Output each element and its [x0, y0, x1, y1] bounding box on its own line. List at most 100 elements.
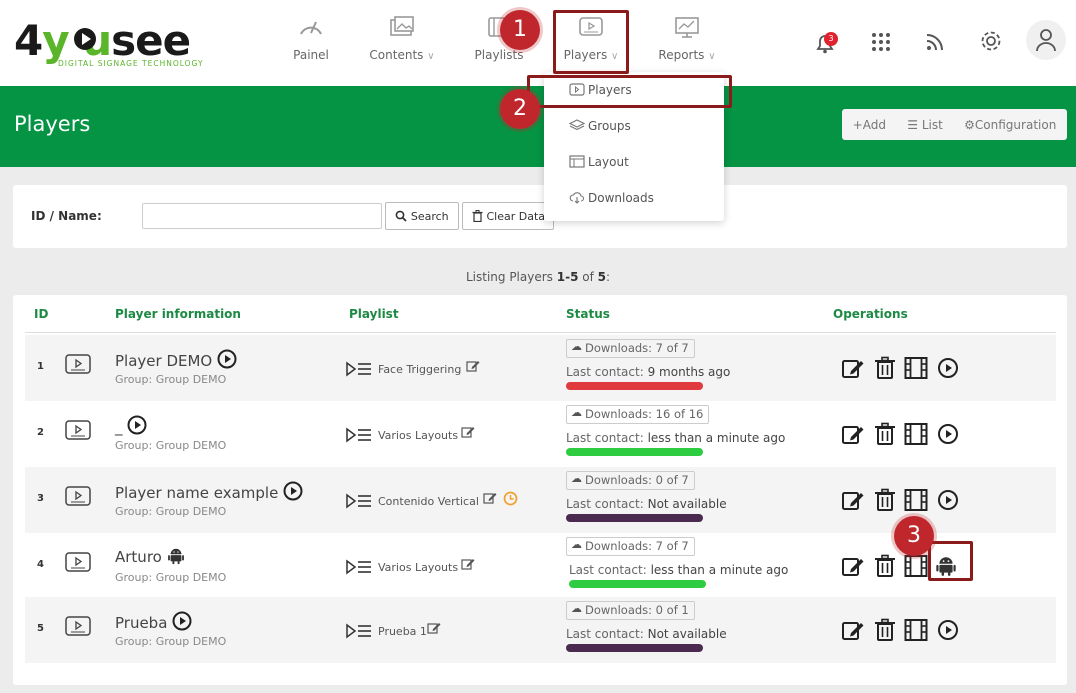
film-icon: [904, 619, 928, 641]
player-name-link[interactable]: Arturo: [115, 547, 185, 569]
search-button[interactable]: Search: [385, 202, 459, 230]
edit-player-button[interactable]: [841, 554, 865, 578]
configuration-button[interactable]: ⚙Configuration: [964, 118, 1056, 132]
dropdown-item-layout[interactable]: Layout: [588, 155, 629, 169]
delete-player-button[interactable]: [874, 422, 898, 446]
operations-group: [840, 356, 970, 380]
play-circle-icon[interactable]: [283, 481, 303, 501]
column-header-id[interactable]: ID: [34, 307, 48, 321]
chevron-down-icon: ∨: [708, 51, 716, 62]
column-header-player-info[interactable]: Player information: [115, 307, 241, 321]
table-header-divider: [25, 332, 1056, 333]
highlight-box-players-nav: [553, 10, 629, 74]
chart-monitor-icon: [675, 17, 699, 38]
edit-icon: [842, 492, 864, 510]
edit-playlist-icon[interactable]: [483, 491, 497, 505]
add-button[interactable]: +Add: [853, 118, 886, 132]
last-contact: Last contact: Not available: [566, 497, 727, 511]
clear-data-button[interactable]: Clear Data: [462, 202, 554, 230]
edit-player-button[interactable]: [841, 356, 865, 380]
apps-grid-icon[interactable]: [868, 29, 894, 55]
id-name-search-input[interactable]: [142, 203, 382, 229]
trash-icon: [875, 554, 895, 577]
callout-badge-3: 3: [894, 516, 934, 556]
playlist-name-link[interactable]: Prueba 1: [378, 625, 427, 638]
status-bar: [566, 514, 703, 522]
nav-reports[interactable]: Reports ∨: [652, 12, 722, 74]
layers-icon: [569, 119, 585, 131]
player-name-link[interactable]: Player name example: [115, 481, 303, 505]
edit-playlist-icon[interactable]: [461, 557, 475, 571]
preview-play-button[interactable]: [937, 619, 961, 643]
player-media-button[interactable]: [904, 356, 928, 380]
preview-play-button[interactable]: [937, 489, 961, 513]
player-media-button[interactable]: [904, 488, 928, 512]
downloads-status-badge: Downloads: 0 of 7: [566, 471, 695, 490]
delete-player-button[interactable]: [874, 618, 898, 642]
play-circle-icon[interactable]: [172, 611, 192, 631]
player-group: Group: Group DEMO: [115, 571, 227, 584]
edit-playlist-icon[interactable]: [427, 621, 441, 635]
play-circle-icon[interactable]: [217, 349, 237, 369]
playlist-name-link[interactable]: Varios Layouts: [378, 429, 458, 442]
player-id: 4: [37, 559, 44, 570]
delete-player-button[interactable]: [874, 356, 898, 380]
rss-feed-icon[interactable]: [922, 29, 948, 55]
player-screen-icon: [65, 616, 91, 636]
downloads-status-badge: Downloads: 7 of 7: [566, 537, 695, 556]
play-circle-icon: [938, 620, 958, 640]
player-group: Group: Group DEMO: [115, 439, 227, 452]
player-name-link[interactable]: Prueba: [115, 611, 192, 635]
edit-player-button[interactable]: [841, 422, 865, 446]
playlist-name-link[interactable]: Varios Layouts: [378, 561, 458, 574]
player-group: Group: Group DEMO: [115, 635, 227, 648]
listing-summary: Listing Players 1-5 of 5:: [465, 270, 611, 284]
playlist-name-link[interactable]: Face Triggering: [378, 363, 461, 376]
film-icon: [904, 489, 928, 511]
film-icon: [904, 555, 928, 577]
edit-icon: [842, 360, 864, 378]
nav-label: Contents: [369, 48, 424, 62]
user-avatar[interactable]: [1026, 20, 1066, 60]
list-button[interactable]: ☰ List: [907, 118, 943, 132]
user-icon: [1036, 29, 1056, 52]
player-name-link[interactable]: Player DEMO: [115, 349, 237, 373]
dropdown-item-downloads[interactable]: Downloads: [588, 191, 654, 205]
player-media-button[interactable]: [904, 618, 928, 642]
edit-player-button[interactable]: [841, 488, 865, 512]
play-circle-icon[interactable]: [127, 415, 147, 435]
nav-label: Reports: [658, 48, 705, 62]
last-contact: Last contact: less than a minute ago: [566, 431, 786, 445]
edit-player-button[interactable]: [841, 618, 865, 642]
player-id: 1: [37, 361, 44, 372]
logo-wordmark: 4y usee: [14, 16, 191, 65]
delete-player-button[interactable]: [874, 554, 898, 578]
nav-painel[interactable]: Painel: [283, 12, 339, 74]
settings-gear-icon[interactable]: [978, 28, 1004, 54]
film-icon: [904, 423, 928, 445]
play-circle-icon: [938, 358, 958, 378]
dropdown-item-groups[interactable]: Groups: [588, 119, 631, 133]
player-screen-icon: [65, 420, 91, 440]
column-header-playlist[interactable]: Playlist: [349, 307, 399, 321]
edit-playlist-icon[interactable]: [461, 425, 475, 439]
preview-play-button[interactable]: [937, 357, 961, 381]
player-screen-icon: [65, 552, 91, 572]
nav-contents[interactable]: Contents ∨: [362, 12, 442, 74]
status-bar: [569, 580, 706, 588]
clock-icon: [503, 491, 518, 506]
playlist-name-link[interactable]: Contenido Vertical: [378, 495, 479, 508]
preview-play-button[interactable]: [937, 423, 961, 447]
playlist-queue-icon: [346, 493, 371, 509]
delete-player-button[interactable]: [874, 488, 898, 512]
gauge-icon: [300, 21, 322, 35]
player-media-button[interactable]: [904, 422, 928, 446]
player-group: Group: Group DEMO: [115, 505, 227, 518]
table-row: 2 _ Group: Group DEMO Varios Layouts Downlo…: [25, 401, 1056, 467]
edit-playlist-icon[interactable]: [466, 359, 480, 373]
player-media-button[interactable]: [904, 554, 928, 578]
brand-logo[interactable]: 4y usee DIGITAL SIGNAGE TECHNOLOGY: [14, 14, 214, 72]
operations-group: [840, 618, 970, 642]
playlist-queue-icon: [346, 559, 371, 575]
player-name-link[interactable]: _: [115, 415, 147, 439]
